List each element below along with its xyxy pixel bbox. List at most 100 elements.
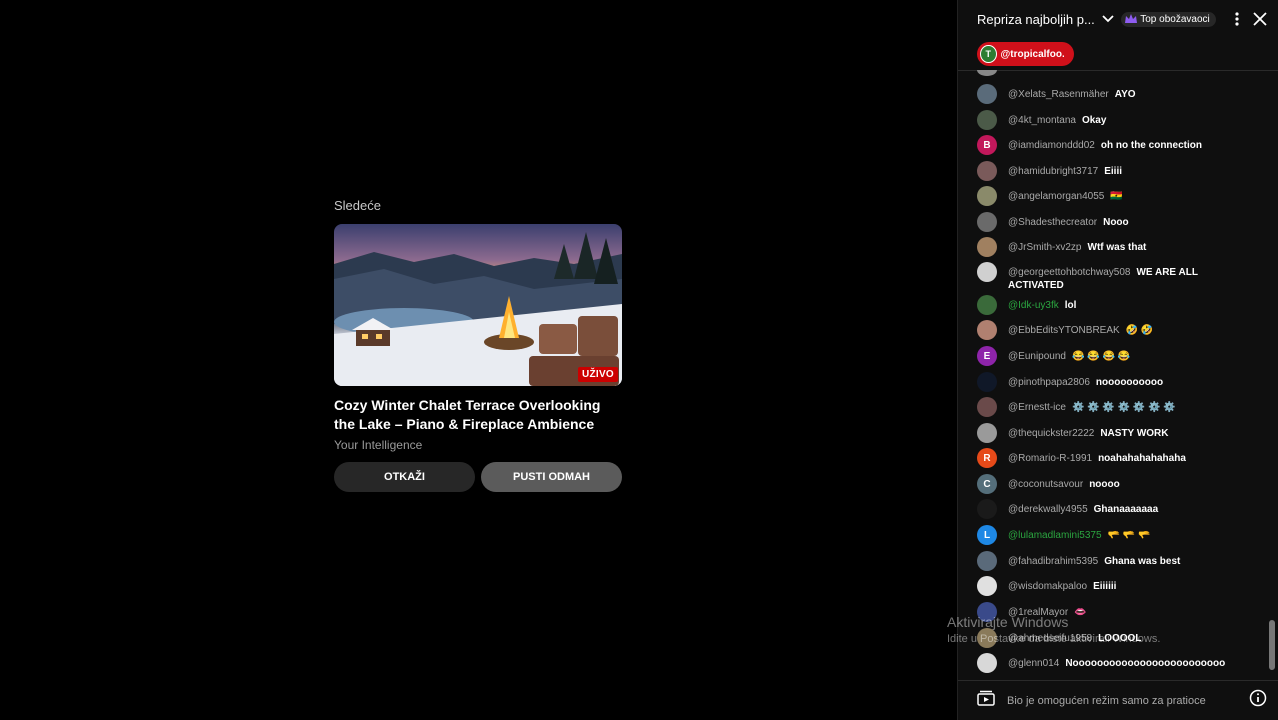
- chat-message[interactable]: C @coconutsavour noooo: [977, 474, 1264, 494]
- chat-message[interactable]: R @Romario-R-1991 noahahahahahaha: [977, 448, 1264, 468]
- chat-scrollbar[interactable]: [1269, 620, 1275, 670]
- chat-message[interactable]: @georgeettohbotchway508 WE ARE ALL ACTIVA…: [977, 262, 1264, 292]
- chat-message[interactable]: @fahadibrahim5395 Ghana was best: [977, 551, 1264, 571]
- avatar[interactable]: [977, 237, 997, 257]
- chat-author[interactable]: @wisdomakpaloo: [1008, 581, 1087, 592]
- avatar[interactable]: [977, 320, 997, 340]
- chat-author[interactable]: @thequickster2222: [1008, 428, 1094, 439]
- chat-message[interactable]: @Xelats_Rasenmäher AYO: [977, 84, 1264, 104]
- chat-author[interactable]: @ahmedseifu1958: [1008, 633, 1092, 644]
- chat-author[interactable]: @4kt_montana: [1008, 115, 1076, 126]
- chat-message[interactable]: @glenn014 Nooooooooooooooooooooooooo: [977, 653, 1264, 673]
- chat-message-text: noooooooooo: [1095, 377, 1164, 388]
- avatar[interactable]: [977, 499, 997, 519]
- avatar[interactable]: [977, 84, 997, 104]
- chat-message[interactable]: @Shadesthecreator Nooo: [977, 212, 1264, 232]
- chat-message[interactable]: E @Eunipound 😂 😂 😂 😂: [977, 346, 1264, 366]
- chat-message-body: @ahmedseifu1958 LOOOOL: [1008, 628, 1141, 645]
- chat-message-text: noooo: [1089, 479, 1120, 490]
- avatar[interactable]: [977, 653, 997, 673]
- chat-message-text: lol: [1064, 300, 1077, 311]
- chat-author[interactable]: @Xelats_Rasenmäher: [1008, 89, 1109, 100]
- chevron-down-icon[interactable]: [1101, 10, 1115, 28]
- avatar[interactable]: [977, 423, 997, 443]
- chat-message[interactable]: @hamidubright3717 Eiiii: [977, 161, 1264, 181]
- avatar[interactable]: C: [977, 474, 997, 494]
- chat-message[interactable]: @pinothpapa2806 noooooooooo: [977, 372, 1264, 392]
- chat-author[interactable]: @Romario-R-1991: [1008, 453, 1092, 464]
- avatar[interactable]: [977, 262, 997, 282]
- more-options-icon[interactable]: [1228, 8, 1246, 30]
- chat-message-body: @Idk-uy3fk lol: [1008, 295, 1076, 312]
- chat-message[interactable]: @4kt_montana Okay: [977, 110, 1264, 130]
- chat-author[interactable]: @pinothpapa2806: [1008, 377, 1090, 388]
- chat-message-list[interactable]: @Xelats_Rasenmäher AYO @4kt_montana Okay B @i…: [958, 70, 1264, 680]
- avatar[interactable]: [977, 576, 997, 596]
- avatar[interactable]: [977, 397, 997, 417]
- chat-author[interactable]: @1realMayor: [1008, 607, 1068, 618]
- top-fans-label: Top obožavaoci: [1140, 13, 1210, 25]
- chat-ticker: T @tropicalfoo...: [958, 38, 1278, 71]
- chat-message[interactable]: @Idk-uy3fk lol: [977, 295, 1264, 315]
- chat-message[interactable]: @JrSmith-xv2zp Wtf was that: [977, 237, 1264, 257]
- chat-message[interactable]: @derekwally4955 Ghanaaaaaaa: [977, 499, 1264, 519]
- chat-message[interactable]: @ahmedseifu1958 LOOOOL: [977, 628, 1264, 648]
- avatar[interactable]: [977, 161, 997, 181]
- chat-message[interactable]: @Ernestt-ice ⚙️ ⚙️ ⚙️ ⚙️ ⚙️ ⚙️ ⚙️: [977, 397, 1264, 417]
- avatar[interactable]: [977, 295, 997, 315]
- chat-author[interactable]: @Shadesthecreator: [1008, 217, 1097, 228]
- chat-author[interactable]: @angelamorgan4055: [1008, 191, 1104, 202]
- info-icon[interactable]: [1249, 689, 1267, 712]
- top-fans-chip[interactable]: Top obožavaoci: [1121, 11, 1216, 27]
- chat-mode-title[interactable]: Repriza najboljih p...: [977, 12, 1095, 27]
- cancel-button[interactable]: OTKAŽI: [334, 462, 475, 492]
- chat-message-body: @georgeettohbotchway508 WE ARE ALL ACTIVA…: [1008, 262, 1233, 292]
- chat-message-text: 🫳 🫳 🫳: [1107, 530, 1151, 541]
- chat-message-text: Ghana was best: [1104, 556, 1181, 567]
- avatar[interactable]: R: [977, 448, 997, 468]
- chat-author[interactable]: @EbbEditsYTONBREAK: [1008, 325, 1120, 336]
- chat-message[interactable]: @1realMayor 👄: [977, 602, 1264, 622]
- chat-message-text: LOOOOL: [1098, 633, 1142, 644]
- avatar[interactable]: B: [977, 135, 997, 155]
- chat-message-body: @1realMayor 👄: [1008, 602, 1087, 619]
- chat-message[interactable]: @thequickster2222 NASTY WORK: [977, 423, 1264, 443]
- video-thumbnail[interactable]: UŽIVO: [334, 224, 622, 386]
- chat-message[interactable]: @EbbEditsYTONBREAK 🤣 🤣: [977, 320, 1264, 340]
- chat-message-body: @JrSmith-xv2zp Wtf was that: [1008, 237, 1146, 254]
- avatar[interactable]: [977, 628, 997, 648]
- channel-name[interactable]: Your Intelligence: [334, 438, 622, 452]
- chat-author[interactable]: @Eunipound: [1008, 351, 1066, 362]
- avatar[interactable]: L: [977, 525, 997, 545]
- avatar[interactable]: [977, 186, 997, 206]
- avatar[interactable]: [977, 602, 997, 622]
- avatar[interactable]: [977, 372, 997, 392]
- close-icon[interactable]: [1251, 8, 1269, 30]
- chat-message[interactable]: L @lulamadlamini5375 🫳 🫳 🫳: [977, 525, 1264, 545]
- chat-message[interactable]: @wisdomakpaloo Eiiiiii: [977, 576, 1264, 596]
- chat-author[interactable]: @hamidubright3717: [1008, 166, 1098, 177]
- ticker-chip[interactable]: T @tropicalfoo...: [977, 42, 1074, 66]
- avatar[interactable]: [977, 212, 997, 232]
- avatar[interactable]: [977, 551, 997, 571]
- avatar[interactable]: E: [977, 346, 997, 366]
- chat-author[interactable]: @glenn014: [1008, 658, 1059, 669]
- chat-author[interactable]: @Idk-uy3fk: [1008, 300, 1059, 311]
- chat-message-body: @Romario-R-1991 noahahahahahaha: [1008, 448, 1186, 465]
- chat-author[interactable]: @Ernestt-ice: [1008, 402, 1066, 413]
- video-title[interactable]: Cozy Winter Chalet Terrace Overlooking t…: [334, 396, 622, 434]
- chat-author[interactable]: @derekwally4955: [1008, 504, 1088, 515]
- avatar[interactable]: [977, 110, 997, 130]
- chat-footer: Bio je omogućen režim samo za pratioce: [958, 680, 1278, 720]
- chat-author[interactable]: @fahadibrahim5395: [1008, 556, 1098, 567]
- chat-message-body: @glenn014 Nooooooooooooooooooooooooo: [1008, 653, 1225, 670]
- chat-message[interactable]: @angelamorgan4055 🇬🇭: [977, 186, 1264, 206]
- chat-author[interactable]: @coconutsavour: [1008, 479, 1083, 490]
- chat-author[interactable]: @georgeettohbotchway508: [1008, 267, 1130, 278]
- chat-author[interactable]: @JrSmith-xv2zp: [1008, 242, 1082, 253]
- chat-message[interactable]: B @iamdiamonddd02 oh no the connection: [977, 135, 1264, 155]
- play-now-button[interactable]: PUSTI ODMAH: [481, 462, 622, 492]
- chat-message-body: @coconutsavour noooo: [1008, 474, 1120, 491]
- chat-author[interactable]: @lulamadlamini5375: [1008, 530, 1102, 541]
- chat-author[interactable]: @iamdiamonddd02: [1008, 140, 1095, 151]
